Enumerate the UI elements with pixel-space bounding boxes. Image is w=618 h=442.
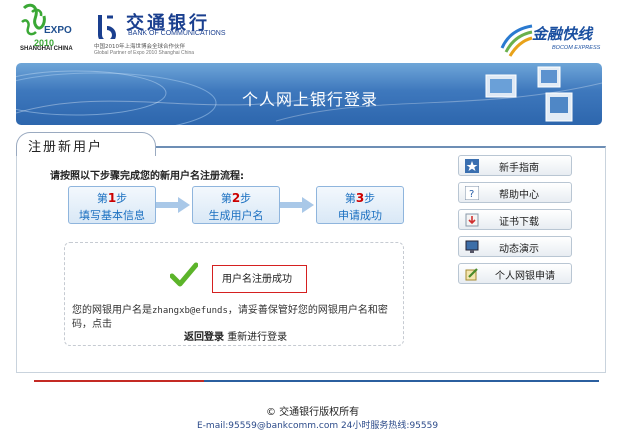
- contact-text: E-mail:95559@bankcomm.com 24小时服务热线:95559: [197, 421, 439, 431]
- sidebar-item-guide[interactable]: 新手指南: [458, 155, 572, 176]
- re-login-link[interactable]: 重新进行登录: [227, 332, 287, 343]
- expo-word: EXPO: [44, 25, 72, 36]
- success-message: 用户名注册成功: [222, 274, 292, 285]
- step-3: 第3步 申请成功: [316, 186, 404, 224]
- pencil-icon: [465, 268, 478, 281]
- tab-register-label: 注册新用户: [28, 140, 104, 155]
- footer-divider-red: [34, 380, 204, 382]
- step-3-title: 第3步: [344, 191, 376, 205]
- step-1-title: 第1步: [96, 191, 128, 205]
- express-name-en: BOCOM EXPRESS: [552, 45, 601, 51]
- sidebar-item-label: 帮助中心: [499, 190, 539, 201]
- sidebar-item-label: 新手指南: [499, 163, 539, 174]
- sidebar-item-apply[interactable]: 个人网银申请: [458, 263, 572, 284]
- step-2-label: 生成用户名: [208, 209, 264, 222]
- step-arrow-icon: [280, 197, 314, 213]
- sidebar-item-label: 动态演示: [499, 244, 539, 255]
- step-1-label: 填写基本信息: [79, 209, 145, 222]
- question-icon: ?: [465, 186, 479, 200]
- svg-text:?: ?: [469, 189, 474, 200]
- partner-text-cn: 中国2010年上海世博会全球合作伙伴: [94, 44, 185, 50]
- step-2-number: 2: [231, 191, 241, 205]
- banner-title: 个人网上银行登录: [242, 90, 379, 109]
- step-3-label: 申请成功: [338, 209, 382, 222]
- bank-logo-icon: [98, 15, 116, 39]
- sidebar-item-demo[interactable]: 动态演示: [458, 236, 572, 257]
- step-2-title: 第2步: [220, 191, 252, 205]
- checkmark-icon: [170, 262, 198, 287]
- sidebar-item-label: 证书下载: [499, 217, 539, 228]
- step-1-number: 1: [107, 191, 117, 205]
- star-icon: [465, 159, 479, 173]
- sidebar-item-label: 个人网银申请: [495, 271, 555, 282]
- step-3-number: 3: [355, 191, 365, 205]
- step-2: 第2步 生成用户名: [192, 186, 280, 224]
- username-value: zhangxb@efunds: [152, 306, 228, 316]
- bank-name-en: BANK OF COMMUNICATIONS: [128, 30, 226, 37]
- info-text: 您的网银用户名是zhangxb@efunds，请妥善保管好您的网银用户名和密码，…: [72, 305, 388, 343]
- step-arrow-icon: [156, 197, 190, 213]
- footer-divider-blue: [204, 380, 599, 382]
- expo-city: SHANGHAI CHINA: [20, 46, 73, 52]
- back-to-login-link[interactable]: 返回登录: [184, 332, 224, 343]
- express-name-cn: 金融快线: [532, 25, 593, 43]
- download-icon: [465, 213, 479, 227]
- step-1: 第1步 填写基本信息: [68, 186, 156, 224]
- copyright-text: © 交通银行版权所有: [266, 407, 360, 418]
- sidebar-item-certificate[interactable]: 证书下载: [458, 209, 572, 230]
- sidebar-item-help[interactable]: ? 帮助中心: [458, 182, 572, 203]
- partner-text-en: Global Partner of Expo 2010 Shanghai Chi…: [94, 50, 195, 56]
- monitor-icon: [465, 240, 479, 253]
- instruction-text: 请按照以下步骤完成您的新用户名注册流程:: [50, 171, 244, 182]
